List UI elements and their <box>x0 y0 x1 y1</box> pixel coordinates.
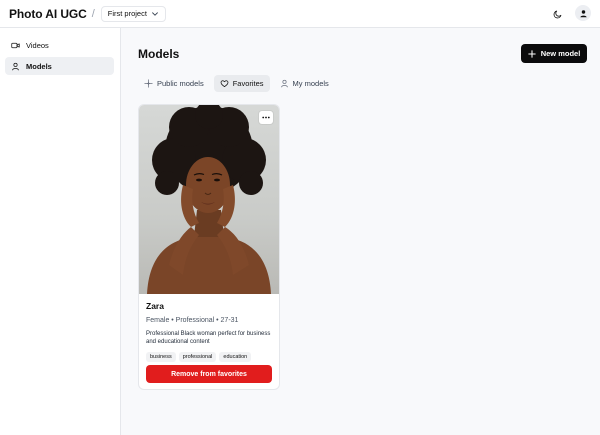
new-model-label: New model <box>540 49 581 58</box>
tab-favorites[interactable]: Favorites <box>213 75 270 92</box>
tab-label: Favorites <box>232 79 264 88</box>
project-label: First project <box>107 9 147 18</box>
plus-icon <box>527 49 536 58</box>
top-bar: Photo AI UGC / First project <box>0 0 600 28</box>
model-photo <box>139 105 279 294</box>
sidebar-item-models[interactable]: Models <box>5 57 114 75</box>
tag-business: business <box>146 352 176 362</box>
model-tags: business professional education <box>146 352 272 362</box>
video-icon <box>11 42 20 48</box>
theme-toggle-button[interactable] <box>551 7 565 21</box>
new-model-button[interactable]: New model <box>521 44 587 63</box>
chevron-down-icon <box>152 11 158 16</box>
user-icon <box>280 79 288 88</box>
sidebar-item-videos[interactable]: Videos <box>5 36 114 54</box>
model-description: Professional Black woman perfect for bus… <box>146 331 271 345</box>
tab-public-models[interactable]: Public models <box>138 75 210 92</box>
card-menu-button[interactable] <box>259 111 273 124</box>
model-name: Zara <box>146 301 164 311</box>
user-icon <box>579 9 587 17</box>
more-horizontal-icon <box>262 116 270 119</box>
sparkle-icon <box>144 79 153 88</box>
model-meta: Female • Professional • 27-31 <box>146 317 239 324</box>
sidebar-item-label: Models <box>26 61 52 71</box>
project-selector[interactable]: First project <box>100 5 166 22</box>
app-title: Photo AI UGC <box>9 6 87 21</box>
model-card-body: Zara Female • Professional • 27-31 Profe… <box>146 301 272 362</box>
model-portrait-image <box>147 105 271 294</box>
heart-icon <box>220 80 229 88</box>
tab-my-models[interactable]: My models <box>274 75 335 92</box>
sidebar: Videos Models <box>0 28 121 435</box>
tab-label: Public models <box>157 79 204 88</box>
breadcrumb-separator: / <box>91 7 95 20</box>
sidebar-item-label: Videos <box>26 40 49 50</box>
remove-from-favorites-button[interactable]: Remove from favorites <box>146 365 272 383</box>
main-content: Models New model Public models Favorites… <box>122 28 600 435</box>
tag-professional: professional <box>178 352 217 362</box>
model-tabs: Public models Favorites My models <box>138 75 335 92</box>
page-title: Models <box>138 47 180 61</box>
moon-icon <box>553 10 562 19</box>
tab-label: My models <box>292 79 329 88</box>
user-menu-button[interactable] <box>575 5 591 21</box>
tag-education: education <box>219 352 252 362</box>
user-icon <box>12 62 19 70</box>
model-card[interactable]: Zara Female • Professional • 27-31 Profe… <box>138 104 280 390</box>
